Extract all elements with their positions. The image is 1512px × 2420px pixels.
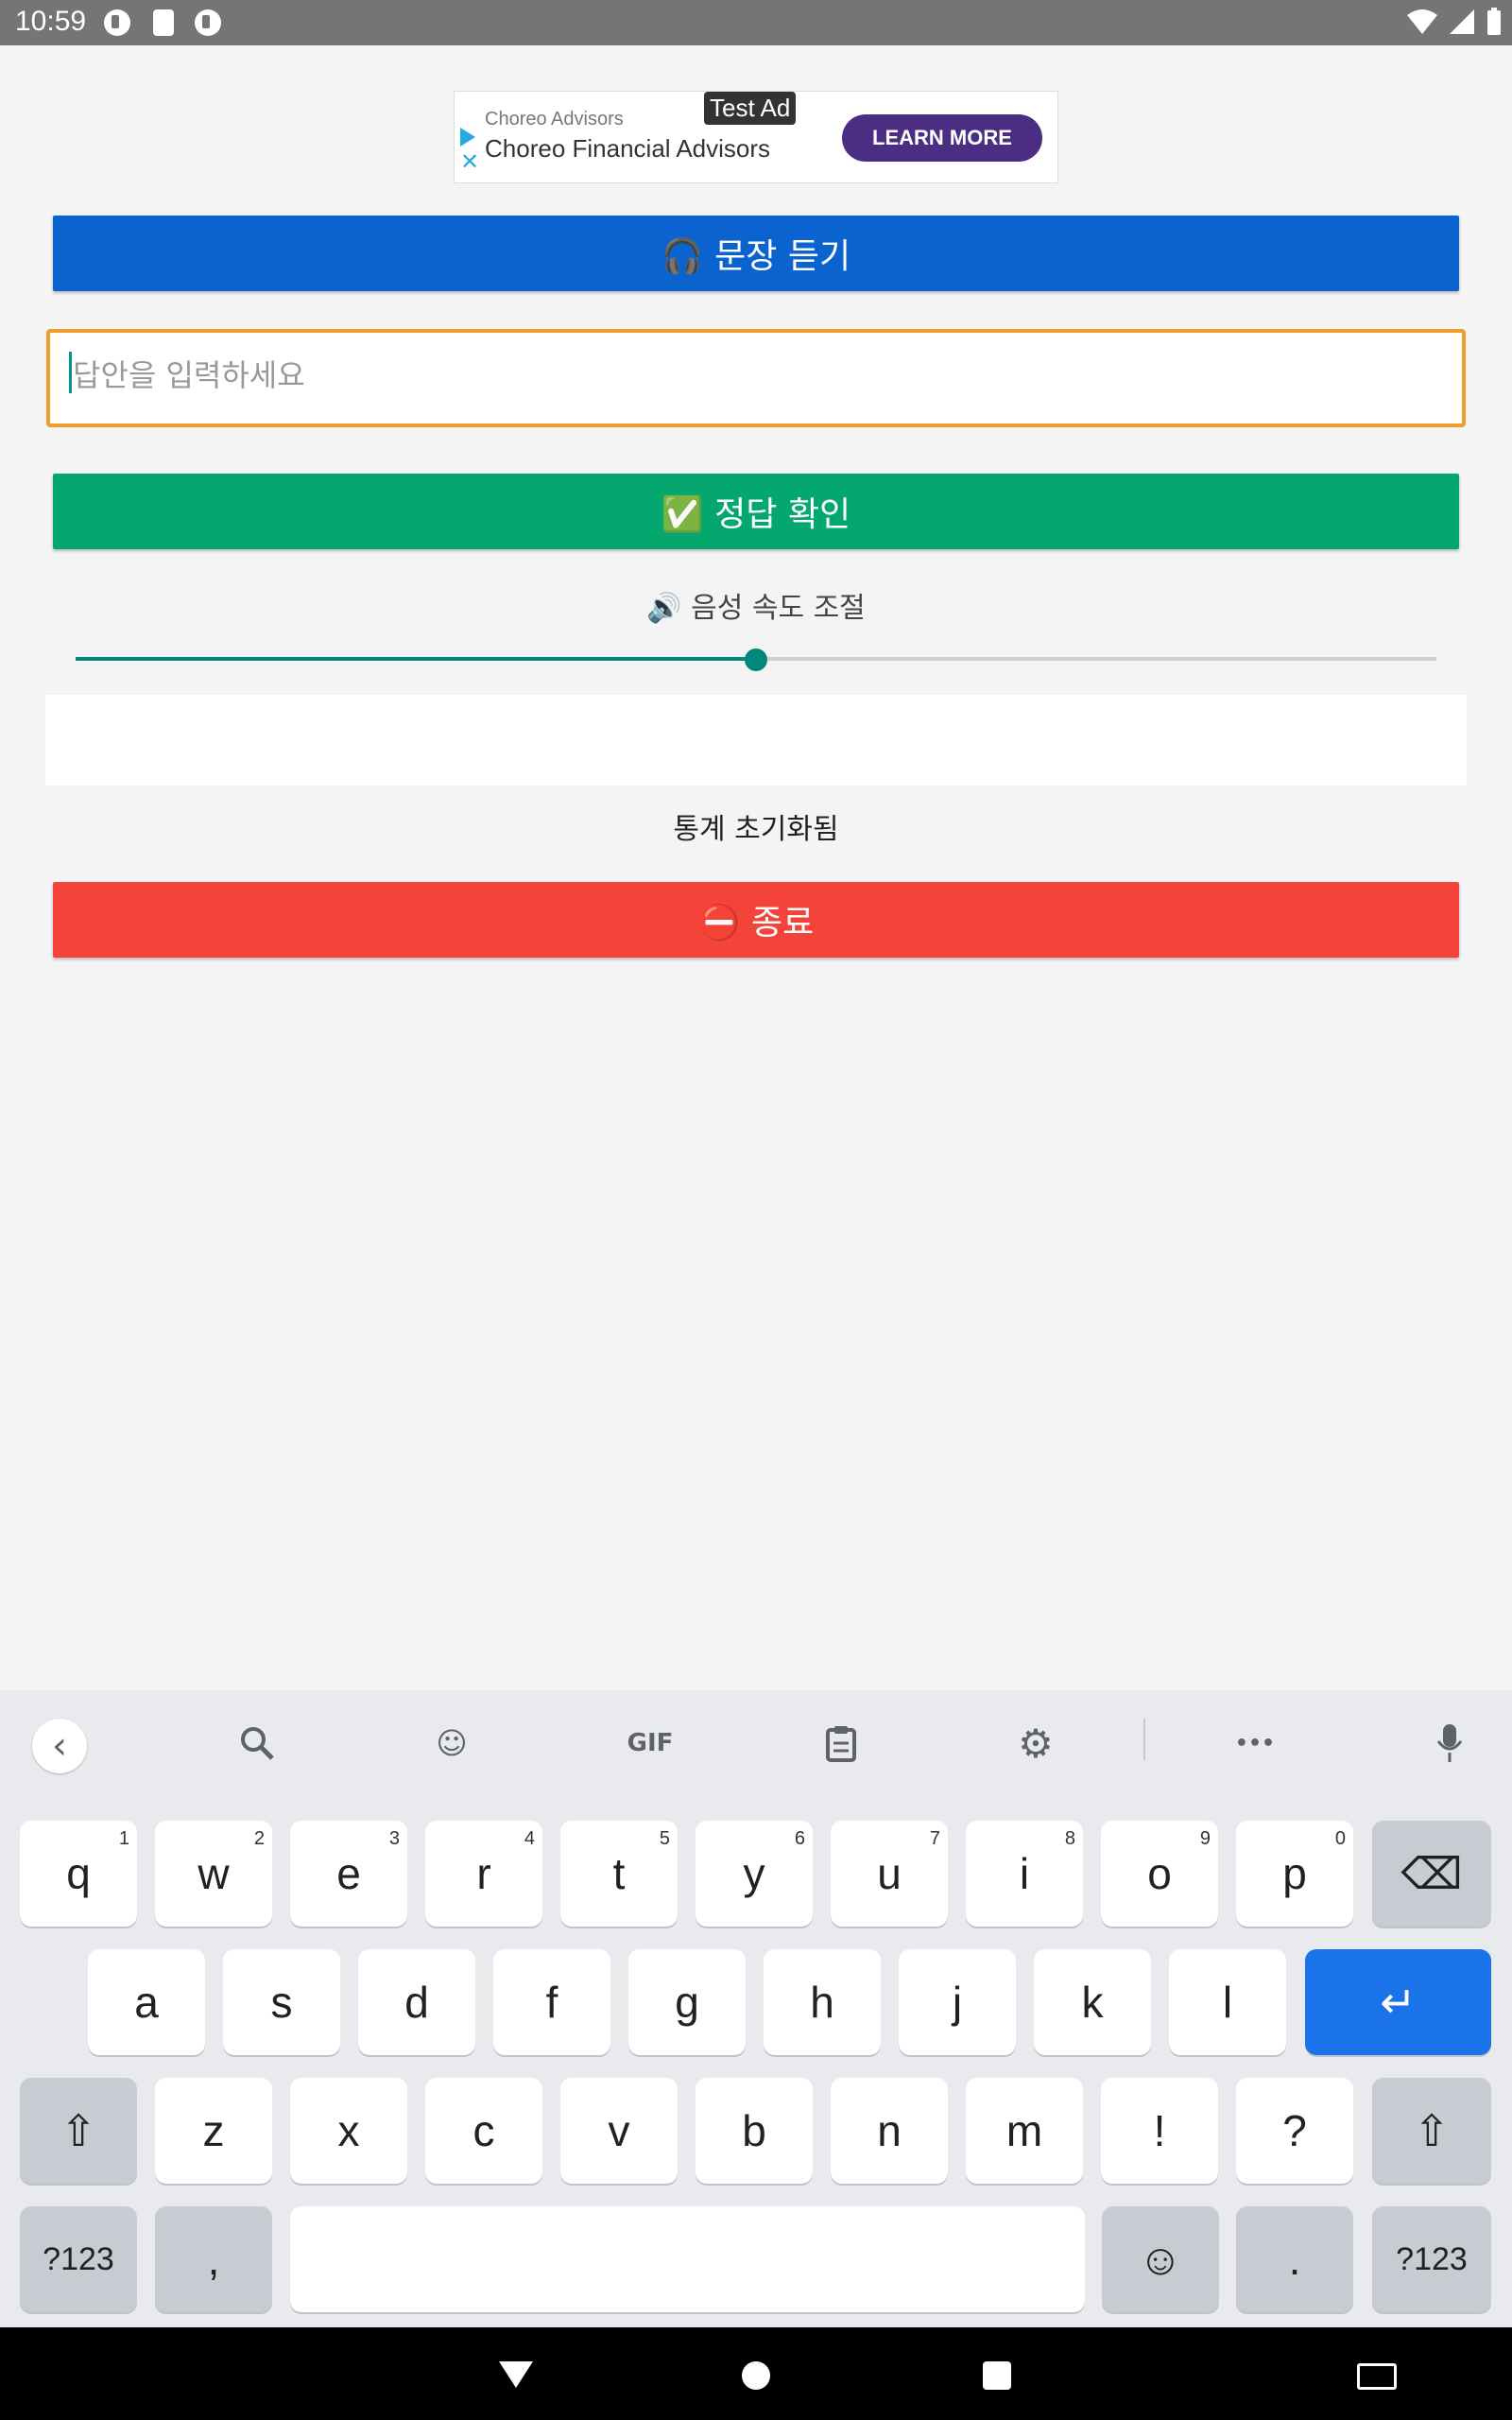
comma-key[interactable]: , [155,2206,272,2312]
key-a[interactable]: a [88,1949,205,2055]
key-g[interactable]: g [628,1949,746,2055]
key-c[interactable]: c [425,2078,542,2184]
ad-advertiser: Choreo Advisors [485,109,624,130]
key-d[interactable]: d [358,1949,475,2055]
key-x[interactable]: x [290,2078,407,2184]
nav-recents-icon[interactable] [983,2361,1011,2390]
key-exclamation[interactable]: ! [1101,2078,1218,2184]
key-q[interactable]: q1 [20,1821,137,1927]
toolbar-divider [1143,1719,1145,1760]
search-icon[interactable] [234,1720,280,1766]
shift-key-right[interactable]: ⇧ [1372,2078,1491,2184]
keyboard-switch-icon[interactable] [1357,2363,1397,2390]
key-t[interactable]: t5 [560,1821,678,1927]
emoji-key[interactable]: ☺ [1102,2206,1219,2312]
key-u[interactable]: u7 [831,1821,948,1927]
status-bar: 10:59 [0,0,1512,45]
key-h[interactable]: h [764,1949,881,2055]
key-y[interactable]: y6 [696,1821,813,1927]
ad-close-icon[interactable]: ✕ [460,150,479,173]
symbols-key-right[interactable]: ?123 [1372,2206,1491,2312]
stats-text: 통계 초기화됨 [673,813,839,846]
navigation-bar [0,2327,1512,2420]
key-e[interactable]: e3 [290,1821,407,1927]
key-f[interactable]: f [493,1949,610,2055]
answer-input[interactable]: 답안을 입력하세요 [46,329,1466,427]
more-icon[interactable]: ••• [1232,1720,1278,1766]
key-j[interactable]: j [899,1949,1016,2055]
key-k[interactable]: k [1034,1949,1151,2055]
key-p[interactable]: p0 [1236,1821,1353,1927]
ad-headline[interactable]: Choreo Financial Advisors [485,134,770,164]
test-ad-badge: Test Ad [704,92,797,125]
signal-icon [1450,9,1474,34]
gif-icon[interactable]: GIF [622,1720,679,1766]
key-z[interactable]: z [155,2078,272,2184]
speed-label: 🔊 음성 속도 조절 [646,592,866,625]
key-l[interactable]: l [1169,1949,1286,2055]
check-answer-button[interactable]: ✅ 정답 확인 [53,474,1459,549]
clipboard-icon[interactable] [818,1720,864,1766]
key-i[interactable]: i8 [966,1821,1083,1927]
enter-key[interactable]: ↵ [1305,1949,1491,2055]
wifi-icon [1407,9,1437,34]
ad-choices-icon[interactable] [460,128,475,147]
nav-home-icon[interactable] [742,2361,770,2390]
battery-icon [1487,8,1501,35]
key-m[interactable]: m [966,2078,1083,2184]
key-b[interactable]: b [696,2078,813,2184]
speed-slider[interactable] [76,648,1436,671]
status-right-icons [1406,8,1503,36]
slider-fill [76,657,756,661]
slider-thumb[interactable] [745,648,767,671]
app-notification-icon [104,9,130,36]
listen-sentence-button[interactable]: 🎧 문장 듣기 [53,216,1459,291]
key-w[interactable]: w2 [155,1821,272,1927]
ad-learn-more-button[interactable]: LEARN MORE [842,114,1042,162]
ad-banner[interactable]: ✕ Choreo Advisors Choreo Financial Advis… [454,91,1058,183]
nav-back-icon[interactable] [499,2361,533,2388]
backspace-key[interactable]: ⌫ [1372,1821,1491,1927]
answer-placeholder: 답안을 입력하세요 [73,357,305,393]
app-notification-icon-2 [195,9,221,36]
sticker-icon[interactable]: ☺ [429,1720,474,1766]
space-key[interactable] [290,2206,1085,2312]
exit-button[interactable]: ⛔ 종료 [53,882,1459,958]
status-time: 10:59 [15,6,87,37]
text-caret [69,352,72,393]
key-s[interactable]: s [223,1949,340,2055]
mic-icon[interactable] [1427,1720,1472,1766]
key-r[interactable]: r4 [425,1821,542,1927]
key-o[interactable]: o9 [1101,1821,1218,1927]
key-question[interactable]: ? [1236,2078,1353,2184]
period-key[interactable]: . [1236,2206,1353,2312]
keyboard-toolbar: ‹ ☺ GIF ⚙ ••• [0,1690,1512,1796]
collapse-toolbar-icon[interactable]: ‹ [32,1719,87,1773]
symbols-key-left[interactable]: ?123 [20,2206,137,2312]
key-v[interactable]: v [560,2078,678,2184]
result-display [45,695,1467,786]
sd-card-icon [153,9,174,36]
soft-keyboard: ‹ ☺ GIF ⚙ ••• q1 w2 e3 r4 t5 y6 u7 i8 o9… [0,1690,1512,2327]
shift-key-left[interactable]: ⇧ [20,2078,137,2184]
key-n[interactable]: n [831,2078,948,2184]
settings-icon[interactable]: ⚙ [1013,1720,1058,1767]
